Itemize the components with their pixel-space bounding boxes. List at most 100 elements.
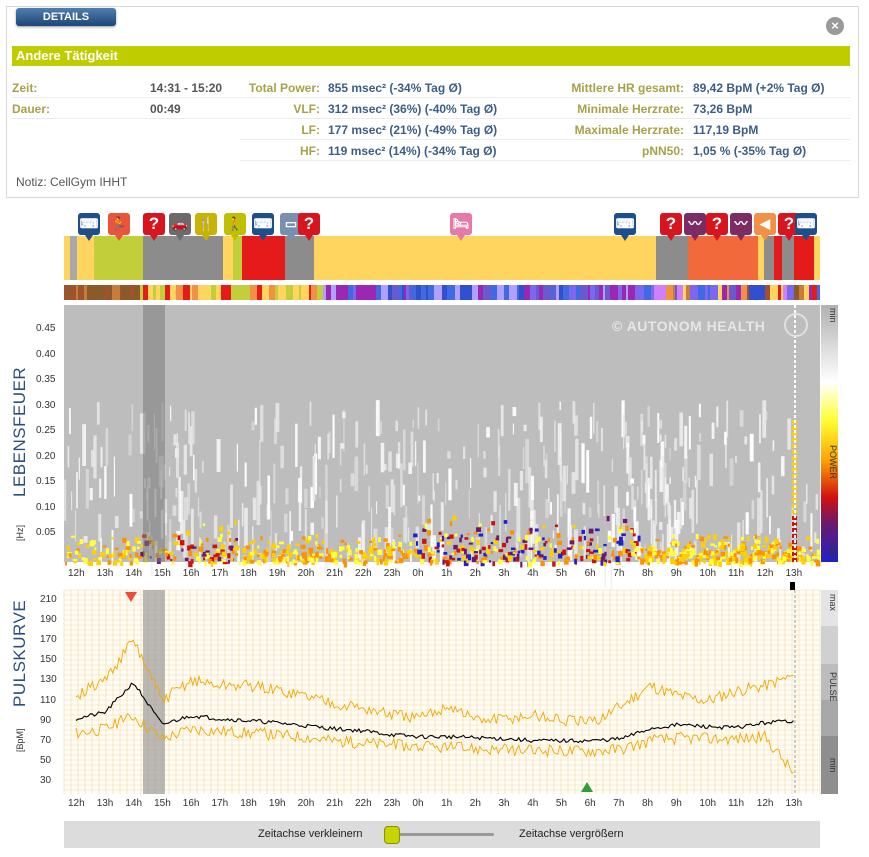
- spectro-fire-mark: [619, 536, 623, 543]
- spectro-fire-mark: [715, 556, 721, 561]
- spectro-fire-mark: [489, 560, 492, 563]
- spectro-noise-mark: [772, 440, 775, 451]
- zoom-out-label[interactable]: Zeitachse verkleinern: [258, 828, 363, 840]
- spectro-fire-mark: [520, 561, 523, 568]
- question-icon[interactable]: ?: [706, 213, 728, 235]
- spectro-fire-mark: [398, 534, 402, 537]
- spectro-fire-mark: [355, 547, 358, 553]
- relax-icon[interactable]: 〰: [684, 213, 706, 235]
- spectro-fire-mark: [235, 537, 239, 541]
- color-bar-seg: [539, 285, 543, 300]
- question-icon[interactable]: ?: [143, 213, 165, 235]
- spectro-fire-mark: [762, 559, 767, 562]
- color-bar-seg: [93, 285, 98, 300]
- spectro-noise-mark: [673, 499, 677, 529]
- pulse-scale-max: max: [828, 594, 838, 612]
- spectro-fire-mark: [754, 552, 758, 556]
- selection-highlight-pulse: [143, 590, 165, 794]
- spectro-fire-mark: [714, 552, 719, 556]
- spectro-noise-mark: [566, 465, 568, 485]
- spectro-noise-mark: [549, 502, 553, 515]
- color-bar-seg: [524, 285, 530, 300]
- zoom-slider-thumb[interactable]: [384, 826, 400, 844]
- spectro-noise-mark: [512, 423, 515, 435]
- color-bar-seg: [651, 285, 654, 300]
- activity-band: [233, 236, 242, 280]
- spectro-noise-mark: [98, 513, 102, 542]
- lebensfeuer-unit: [Hz]: [15, 524, 25, 541]
- hz-tick: 0.35: [36, 374, 56, 385]
- spectro-noise-mark: [105, 427, 109, 466]
- color-bar-seg: [153, 285, 156, 300]
- question-icon[interactable]: ?: [298, 213, 320, 235]
- keyboard-icon[interactable]: ⌨: [78, 213, 100, 235]
- spectro-noise-mark: [711, 422, 715, 439]
- keyboard-icon[interactable]: ⌨: [795, 213, 817, 235]
- walk-icon[interactable]: 🚶: [224, 213, 246, 235]
- spectro-fire-mark: [529, 527, 533, 534]
- color-bar-seg: [331, 285, 336, 300]
- color-bar-seg: [156, 285, 160, 300]
- spectro-noise-mark: [327, 433, 330, 460]
- activity-band: [656, 236, 688, 280]
- color-bar-seg: [416, 285, 421, 300]
- spectro-fire-mark: [331, 552, 335, 559]
- speaker-icon[interactable]: ◀: [754, 213, 776, 235]
- car-icon[interactable]: 🚗: [169, 213, 191, 235]
- food-icon[interactable]: 🍴: [195, 213, 217, 235]
- spectro-fire-mark: [320, 547, 324, 550]
- spectro-noise-mark: [468, 489, 470, 519]
- spectro-noise-mark: [483, 451, 486, 459]
- spectro-fire-mark: [443, 551, 448, 555]
- time-tick-top: 12h: [68, 568, 85, 579]
- spectro-fire-mark: [227, 553, 231, 559]
- spectro-noise-mark: [432, 535, 436, 578]
- spectro-noise-mark: [478, 513, 481, 554]
- spectro-noise-mark: [463, 446, 466, 460]
- time-tick-top: 17h: [211, 568, 229, 579]
- spectro-noise-mark: [744, 436, 748, 445]
- spectro-fire-mark: [454, 533, 458, 537]
- color-bar-seg: [727, 285, 729, 300]
- spectro-fire-mark: [345, 548, 349, 552]
- spectro-fire-mark: [179, 540, 185, 546]
- color-bar-seg: [278, 285, 280, 300]
- spectro-fire-mark: [333, 560, 339, 565]
- activity-band: [143, 236, 223, 280]
- spectro-fire-mark: [83, 557, 88, 564]
- zoom-track[interactable]: [388, 833, 494, 836]
- spectro-fire-mark: [776, 552, 780, 556]
- spectro-noise-mark: [85, 469, 89, 509]
- spectro-fire-mark: [736, 551, 741, 555]
- activity-band: [688, 236, 718, 280]
- time-tick-top: 13h: [785, 568, 803, 579]
- question-icon[interactable]: ?: [660, 213, 682, 235]
- color-bar-seg: [504, 285, 509, 300]
- icon-pointer: [85, 235, 93, 241]
- keyboard-icon[interactable]: ⌨: [252, 213, 274, 235]
- color-bar-seg: [472, 285, 478, 300]
- relax-icon[interactable]: 〰: [730, 213, 752, 235]
- spectro-noise-mark: [131, 404, 134, 432]
- spectro-fire-mark: [105, 548, 110, 555]
- color-bar-seg: [112, 285, 120, 300]
- spectro-fire-mark: [392, 546, 398, 549]
- bed-icon[interactable]: 🛏: [450, 213, 472, 235]
- spectro-noise-mark: [358, 537, 362, 561]
- spectro-fire-mark: [293, 560, 299, 564]
- spectro-fire-mark: [601, 553, 606, 559]
- spectro-fire-mark: [127, 550, 131, 553]
- zoom-in-label[interactable]: Zeitachse vergrößern: [519, 828, 624, 840]
- spectro-fire-mark: [165, 552, 169, 557]
- spectro-fire-mark: [501, 542, 507, 548]
- color-bar-seg: [311, 285, 317, 300]
- sport-icon[interactable]: 🏃: [108, 213, 130, 235]
- spectro-noise-mark: [559, 476, 563, 517]
- spectro-noise-mark: [354, 456, 359, 491]
- spectro-noise-mark: [251, 421, 255, 431]
- keyboard-icon[interactable]: ⌨: [614, 213, 636, 235]
- time-tick-top: 10h: [699, 568, 717, 579]
- spectro-noise-mark: [175, 487, 178, 498]
- spectro-fire-mark: [468, 542, 473, 545]
- spectro-fire-mark: [656, 558, 660, 564]
